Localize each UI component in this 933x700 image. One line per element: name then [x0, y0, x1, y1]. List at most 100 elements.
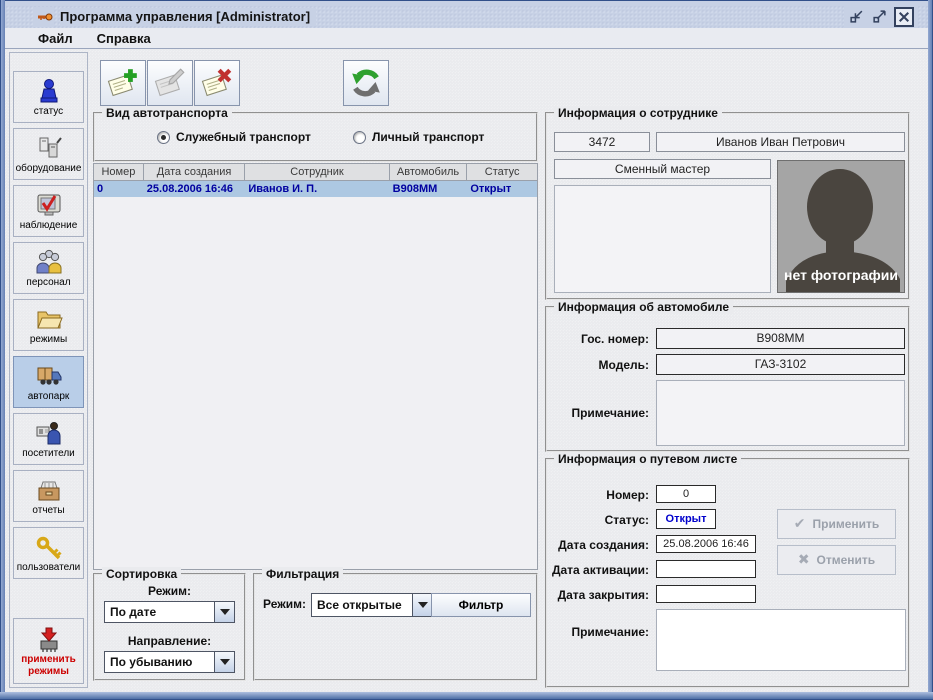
- close-button[interactable]: [894, 7, 914, 27]
- apply-modes-button[interactable]: применить режимы: [13, 618, 84, 684]
- refresh-button[interactable]: [343, 60, 389, 106]
- personnel-icon: [35, 248, 63, 276]
- waybill-info-title: Информация о путевом листе: [554, 452, 741, 466]
- equipment-icon: [35, 134, 63, 162]
- delete-waybill-icon: [200, 66, 234, 100]
- vehicle-notes-area[interactable]: [656, 380, 905, 446]
- waybill-status-field: Открыт: [656, 509, 716, 529]
- waybill-number-field[interactable]: 0: [656, 485, 716, 503]
- window-frame-left: [0, 0, 5, 700]
- radio-personal-transport[interactable]: Личный транспорт: [353, 130, 484, 144]
- waybill-created-field[interactable]: 25.08.2006 16:46: [656, 535, 756, 553]
- waybills-table: Номер Дата создания Сотрудник Автомобиль…: [93, 163, 538, 570]
- visitors-icon: [35, 419, 63, 447]
- employee-photo-placeholder: нет фотографии: [777, 160, 905, 293]
- sidebar-item-modes[interactable]: режимы: [13, 299, 84, 351]
- refresh-icon: [349, 66, 383, 100]
- add-waybill-icon: [106, 66, 140, 100]
- chevron-down-icon: [214, 602, 234, 622]
- waybill-notes-area[interactable]: [656, 609, 906, 671]
- x-icon: ✖: [798, 552, 810, 568]
- menu-file[interactable]: Файл: [33, 30, 78, 47]
- waybill-activated-label: Дата активации:: [547, 563, 649, 577]
- sidebar-item-status[interactable]: статус: [13, 71, 84, 123]
- waybill-status-label: Статус:: [547, 513, 649, 527]
- vehicle-notes-label: Примечание:: [547, 406, 649, 420]
- sidebar-item-reports[interactable]: отчеты: [13, 470, 84, 522]
- vehicle-info-group: Информация об автомобиле Гос. номер: В90…: [545, 306, 910, 452]
- sidebar-item-users[interactable]: пользователи: [13, 527, 84, 579]
- maximize-button[interactable]: [871, 9, 887, 25]
- column-header-status[interactable]: Статус: [467, 164, 537, 180]
- add-waybill-button[interactable]: [100, 60, 146, 106]
- menu-help[interactable]: Справка: [92, 30, 156, 47]
- column-header-employee[interactable]: Сотрудник: [245, 164, 389, 180]
- waybill-closed-label: Дата закрытия:: [547, 588, 649, 602]
- window-title: Программа управления [Administrator]: [60, 8, 316, 25]
- filter-mode-combo[interactable]: Все открытые: [311, 593, 433, 617]
- employee-notes-area[interactable]: [554, 185, 771, 293]
- delete-waybill-button[interactable]: [194, 60, 240, 106]
- waybill-info-group: Информация о путевом листе Номер: 0 Стат…: [545, 458, 910, 688]
- table-header: Номер Дата создания Сотрудник Автомобиль…: [94, 164, 537, 181]
- edit-waybill-icon: [153, 66, 187, 100]
- radio-service-transport[interactable]: Служебный транспорт: [157, 130, 311, 144]
- surveillance-icon: [35, 191, 63, 219]
- waybill-notes-label: Примечание:: [547, 625, 649, 639]
- transport-type-title: Вид автотранспорта: [102, 106, 232, 120]
- filtering-title: Фильтрация: [262, 567, 343, 581]
- column-header-created[interactable]: Дата создания: [144, 164, 246, 180]
- apply-button[interactable]: ✔ Применить: [777, 509, 896, 539]
- window-frame-right: [928, 0, 933, 700]
- sidebar-item-personnel[interactable]: персонал: [13, 242, 84, 294]
- sidebar-item-fleet[interactable]: автопарк: [13, 356, 84, 408]
- sidebar-item-visitors[interactable]: посетители: [13, 413, 84, 465]
- cancel-button[interactable]: ✖ Отменить: [777, 545, 896, 575]
- sorting-group: Сортировка Режим: По дате Направление: П…: [93, 573, 246, 681]
- model-field: ГАЗ-3102: [656, 354, 905, 375]
- employee-info-title: Информация о сотруднике: [554, 106, 722, 120]
- filter-mode-label: Режим:: [263, 597, 305, 611]
- radio-icon: [157, 131, 170, 144]
- sidebar: статус оборудование: [9, 52, 88, 688]
- modes-icon: [35, 305, 63, 333]
- filtering-group: Фильтрация Режим: Все открытые Фильтр: [253, 573, 538, 681]
- sidebar-item-equipment[interactable]: оборудование: [13, 128, 84, 180]
- waybill-closed-field[interactable]: [656, 585, 756, 603]
- radio-icon: [353, 131, 366, 144]
- menu-bar: Файл Справка: [5, 28, 928, 49]
- plate-field: В908ММ: [656, 328, 905, 349]
- title-bar[interactable]: Программа управления [Administrator]: [5, 5, 928, 28]
- app-window: Программа управления [Administrator]: [0, 0, 933, 700]
- apply-modes-icon: [35, 625, 63, 653]
- filter-button[interactable]: Фильтр: [431, 593, 531, 617]
- employee-id-field: 3472: [554, 132, 650, 152]
- transport-type-group: Вид автотранспорта Служебный транспорт Л…: [93, 112, 538, 162]
- waybill-created-label: Дата создания:: [547, 538, 649, 552]
- sort-mode-combo[interactable]: По дате: [104, 601, 235, 623]
- chevron-down-icon: [214, 652, 234, 672]
- status-icon: [35, 77, 63, 105]
- reports-icon: [35, 476, 63, 504]
- employee-info-group: Информация о сотруднике 3472 Иванов Иван…: [545, 112, 910, 300]
- column-header-vehicle[interactable]: Автомобиль: [390, 164, 468, 180]
- plate-label: Гос. номер:: [547, 332, 649, 346]
- edit-waybill-button[interactable]: [147, 60, 193, 106]
- waybill-activated-field[interactable]: [656, 560, 756, 578]
- app-key-icon: [33, 7, 53, 27]
- minimize-button[interactable]: [848, 9, 864, 25]
- window-frame-bottom: [0, 692, 933, 700]
- sort-direction-combo[interactable]: По убыванию: [104, 651, 235, 673]
- column-header-number[interactable]: Номер: [94, 164, 144, 180]
- sort-mode-label: Режим:: [95, 584, 244, 598]
- vehicle-info-title: Информация об автомобиле: [554, 300, 733, 314]
- fleet-icon: [35, 362, 63, 390]
- users-icon: [35, 533, 63, 561]
- no-photo-label: нет фотографии: [778, 267, 904, 284]
- sorting-title: Сортировка: [102, 567, 181, 581]
- table-row[interactable]: 0 25.08.2006 16:46 Иванов И. П. В908ММ О…: [94, 181, 537, 197]
- employee-position-field: Сменный мастер: [554, 159, 771, 179]
- waybill-number-label: Номер:: [547, 488, 649, 502]
- sidebar-item-surveillance[interactable]: наблюдение: [13, 185, 84, 237]
- check-icon: ✔: [794, 516, 806, 532]
